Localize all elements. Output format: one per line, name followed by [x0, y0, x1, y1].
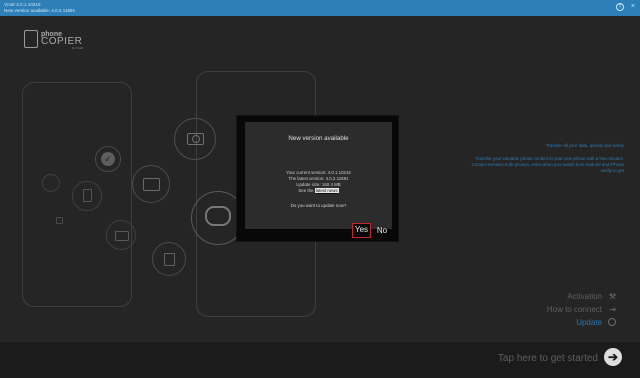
see-the-text: See the	[298, 188, 314, 193]
camera-circle	[174, 118, 216, 160]
app-version-text: Vmdr 4.0.1.10216	[4, 2, 41, 7]
get-started-text[interactable]: Tap here to get started	[498, 353, 598, 365]
yes-button[interactable]: Yes	[352, 223, 371, 238]
tagline-text: Transfer all your data, quickly and easi…	[545, 143, 624, 148]
folder-icon	[115, 231, 129, 241]
see-news-line: See the latest news	[245, 188, 392, 194]
notes-circle	[152, 242, 186, 276]
square-icon	[56, 217, 63, 224]
chat-bubble-icon	[205, 206, 231, 226]
phone-logo-icon	[24, 30, 38, 48]
update-link[interactable]: Update	[532, 318, 602, 328]
update-question-text: Do you want to update now?	[290, 203, 347, 208]
dialog-content: New version available Your current versi…	[245, 122, 392, 229]
activation-link[interactable]: Activation	[532, 292, 602, 302]
description-text: Transfer your valuable phone content to …	[471, 156, 624, 173]
arrow-right-icon[interactable]: ➔	[604, 348, 622, 366]
close-icon[interactable]: ×	[631, 2, 635, 11]
dialog-title: New version available	[288, 135, 349, 142]
new-version-notice[interactable]: New version available: 4.0.2.11691	[4, 8, 75, 13]
title-bar: Vmdr 4.0.1.10216 New version available: …	[0, 0, 640, 16]
calendar-circle	[132, 165, 170, 203]
logo-text-by: by Vmdr	[72, 46, 84, 50]
app-logo: phone COPIER by Vmdr	[24, 30, 86, 52]
update-icon[interactable]	[608, 318, 617, 327]
help-icon[interactable]: ?	[616, 3, 624, 11]
folder-circle	[106, 220, 136, 250]
connect-icon[interactable]: ⇥	[608, 305, 617, 314]
document-circle	[72, 181, 102, 211]
check-icon: ✓	[101, 152, 115, 166]
check-circle: ✓	[95, 146, 121, 172]
update-size-text: Update size: 160.4 MB	[296, 182, 341, 187]
no-button[interactable]: No	[373, 223, 391, 238]
small-circle	[42, 174, 60, 192]
document-icon	[83, 189, 92, 202]
wrench-icon[interactable]: ⚒	[608, 292, 617, 301]
notes-icon	[164, 253, 175, 266]
how-to-connect-link[interactable]: How to connect	[532, 305, 602, 315]
camera-icon	[187, 133, 204, 145]
calendar-icon	[143, 178, 160, 191]
latest-version-text: The latest version: 4.0.2.11691	[288, 176, 349, 181]
current-version-text: Your current version: 4.0.1.10216	[286, 170, 351, 175]
latest-news-link[interactable]: latest news	[314, 188, 339, 193]
